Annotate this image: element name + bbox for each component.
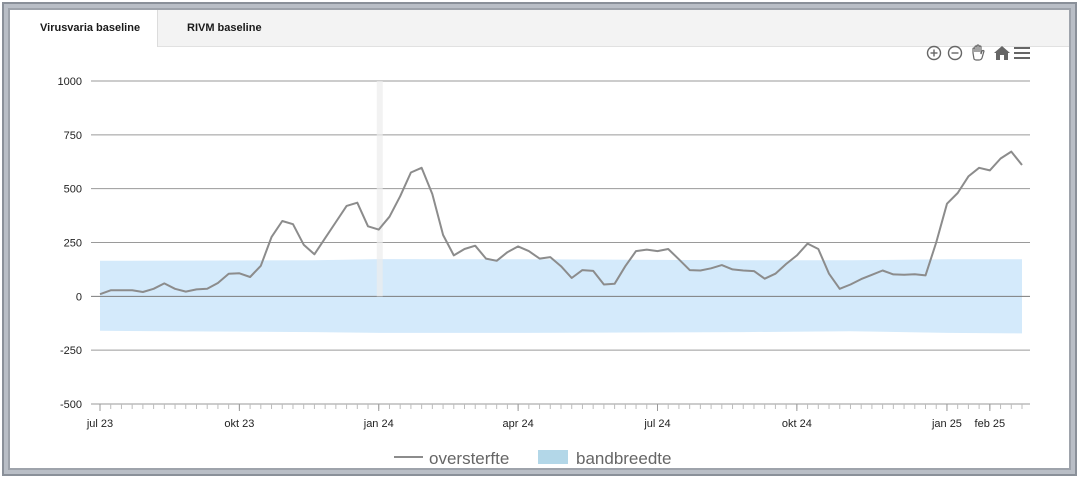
y-tick-label: 250 <box>64 238 82 250</box>
legend-label-bandbreedte: bandbreedte <box>576 449 671 468</box>
y-axis: 1000 750 500 250 0 -250 -500 <box>58 76 82 411</box>
x-tick-label: okt 23 <box>224 418 254 430</box>
crosshair-highlight <box>376 81 383 297</box>
home-icon[interactable] <box>994 46 1010 60</box>
y-tick-label: 750 <box>64 130 82 142</box>
grid-layer <box>91 80 1030 405</box>
y-tick-label: 1000 <box>58 76 82 88</box>
legend: oversterfte bandbreedte <box>394 449 671 468</box>
x-tick-label: jan 25 <box>931 418 962 430</box>
legend-label-oversterfte: oversterfte <box>429 449 509 468</box>
chart: 1000 750 500 250 0 -250 -500 jul 23 okt 23 jan 2… <box>58 44 1030 468</box>
x-tick-label: jan 24 <box>363 418 394 430</box>
menu-icon[interactable] <box>1014 47 1030 59</box>
y-tick-label: 500 <box>64 184 82 196</box>
x-tick-label: apr 24 <box>503 418 534 430</box>
y-tick-label: 0 <box>76 291 82 303</box>
x-tick-label: feb 25 <box>975 418 1006 430</box>
x-tick-label: jul 24 <box>643 418 670 430</box>
x-tick-label: jul 23 <box>86 418 113 430</box>
legend-swatch-bandbreedte <box>538 450 568 464</box>
x-tick-label: okt 24 <box>782 418 812 430</box>
pan-hand-icon[interactable] <box>972 44 985 61</box>
y-tick-label: -500 <box>60 399 82 411</box>
zoom-in-icon[interactable] <box>926 45 942 61</box>
y-tick-label: -250 <box>60 345 82 357</box>
x-axis: jul 23 okt 23 jan 24 apr 24 jul 24 okt 24 jan … <box>86 404 1023 430</box>
zoom-out-icon[interactable] <box>947 45 963 61</box>
